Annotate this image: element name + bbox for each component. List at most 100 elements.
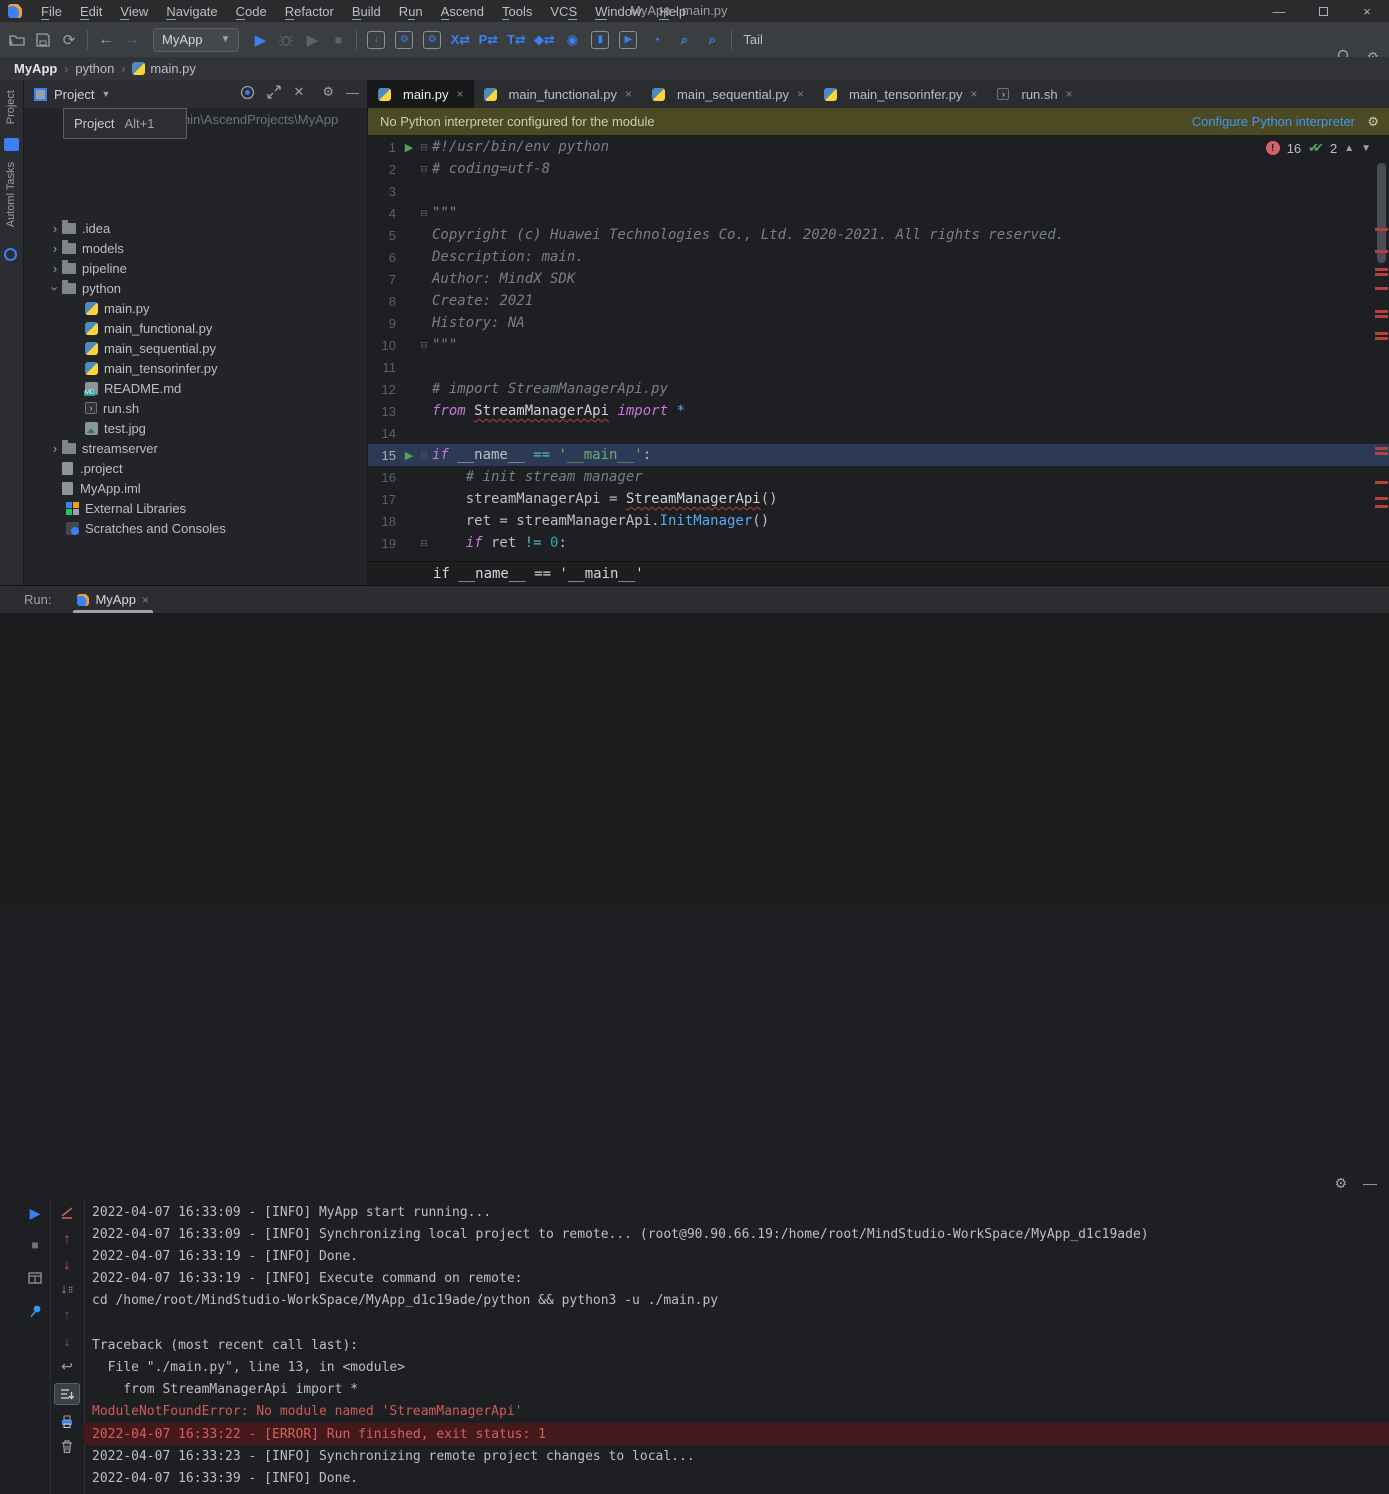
run-line-icon[interactable]: ▶ — [402, 449, 416, 462]
run-tab[interactable]: MyApp × — [73, 586, 152, 613]
t-convert-icon[interactable]: T⇄ — [507, 31, 525, 49]
code-line-12[interactable]: 12# import StreamManagerApi.py — [368, 378, 1389, 400]
run-configuration-selector[interactable]: MyApp▼ — [153, 28, 239, 52]
tab-close-icon[interactable]: × — [625, 87, 632, 101]
run-tab-close-icon[interactable]: × — [142, 593, 149, 607]
tree-item-main-py[interactable]: main.py — [85, 298, 150, 318]
tree-chevron-icon[interactable]: › — [48, 261, 62, 276]
debug-icon[interactable] — [273, 28, 299, 52]
code-line-16[interactable]: 16 # init stream manager — [368, 466, 1389, 488]
code-line-9[interactable]: 9History: NA — [368, 312, 1389, 334]
down-stack-trace-icon[interactable]: ↓ — [54, 1253, 80, 1275]
code-editor[interactable]: ! 16 ✔✔ 2 ▲ ▼ 1▶⊟#!/usr/bin/env python2⊟… — [368, 135, 1389, 561]
fold-marker-icon[interactable]: ⊟ — [416, 142, 432, 153]
code-line-13[interactable]: 13from StreamManagerApi import * — [368, 400, 1389, 422]
run-line-icon[interactable]: ▶ — [402, 141, 416, 154]
error-stripe-mark[interactable] — [1375, 505, 1388, 508]
tree-item-run-sh[interactable]: ›run.sh — [85, 398, 139, 418]
code-line-8[interactable]: 8Create: 2021 — [368, 290, 1389, 312]
eye-inspect-icon[interactable]: ◉ — [563, 31, 581, 49]
menu-ascend[interactable]: Ascend — [432, 2, 493, 21]
menu-file[interactable]: File — [32, 2, 71, 21]
error-stripe-mark[interactable] — [1375, 481, 1388, 484]
up-stack-trace-icon[interactable]: ↑ — [54, 1227, 80, 1249]
stop-icon[interactable]: ■ — [325, 28, 351, 52]
project-panel-header[interactable]: Project ▼ ✕ ⚙ — — [24, 80, 367, 108]
model-cube-icon[interactable]: ◆⇄ — [535, 31, 553, 49]
sync-icon[interactable]: ⟳ — [56, 28, 82, 52]
tree-item-main-sequential-py[interactable]: main_sequential.py — [85, 338, 216, 358]
automl-icon[interactable] — [4, 248, 17, 261]
error-stripe-mark[interactable] — [1375, 332, 1388, 335]
tree-chevron-icon[interactable]: › — [48, 281, 63, 295]
error-stripe-mark[interactable] — [1375, 452, 1388, 455]
package-download-icon[interactable]: ↓ — [367, 31, 385, 49]
search-scan-icon[interactable]: ⌕ — [703, 31, 721, 49]
back-icon[interactable]: ← — [93, 28, 119, 52]
p-convert-icon[interactable]: P⇄ — [479, 31, 497, 49]
prev-problem-icon[interactable]: ▲ — [1344, 143, 1354, 154]
menu-edit[interactable]: Edit — [71, 2, 111, 21]
open-icon[interactable] — [4, 28, 30, 52]
run-icon[interactable]: ▶ — [247, 28, 273, 52]
silence-output-icon[interactable] — [54, 1202, 80, 1224]
menu-tools[interactable]: Tools — [493, 2, 541, 21]
error-stripe-mark[interactable] — [1375, 497, 1388, 500]
run-secondary-icon[interactable]: ▶ — [299, 28, 325, 52]
error-stripe-mark[interactable] — [1375, 337, 1388, 340]
error-stripe-mark[interactable] — [1375, 447, 1388, 450]
code-line-19[interactable]: 19⊟ if ret != 0: — [368, 532, 1389, 554]
code-line-17[interactable]: 17 streamManagerApi = StreamManagerApi() — [368, 488, 1389, 510]
tree-item--project[interactable]: .project — [48, 458, 123, 478]
code-line-3[interactable]: 3 — [368, 180, 1389, 202]
banner-gear-icon[interactable]: ⚙ — [1367, 114, 1379, 130]
fold-marker-icon[interactable]: ⊟ — [416, 450, 432, 461]
simulator-icon[interactable]: ▶ — [619, 31, 637, 49]
toolwindow-automl-label[interactable]: Automl Tasks — [5, 162, 17, 227]
breadcrumb-item[interactable]: MyApp — [14, 61, 57, 76]
toolwindow-project-label[interactable]: Project — [5, 90, 17, 124]
menu-run[interactable]: Run — [390, 2, 432, 21]
soft-wrap-icon[interactable]: ↩ — [54, 1355, 80, 1377]
tree-item-myapp-iml[interactable]: MyApp.iml — [48, 478, 141, 498]
panel-settings-icon[interactable]: ⚙ — [322, 84, 334, 100]
fold-marker-icon[interactable]: ⊟ — [416, 538, 432, 549]
error-stripe-mark[interactable] — [1375, 315, 1388, 318]
code-line-10[interactable]: 10⊟""" — [368, 334, 1389, 356]
fold-marker-icon[interactable]: ⊟ — [416, 164, 432, 175]
tree-chevron-icon[interactable]: › — [48, 441, 62, 456]
menu-navigate[interactable]: Navigate — [157, 2, 226, 21]
package-gear-icon[interactable]: ⚙ — [395, 31, 413, 49]
run-console[interactable]: 2022-04-07 16:33:09 - [INFO] MyApp start… — [92, 1198, 1389, 1494]
tab-close-icon[interactable]: × — [970, 87, 977, 101]
x-convert-icon[interactable]: X⇄ — [451, 31, 469, 49]
print-icon[interactable] — [54, 1410, 80, 1432]
error-stripe-mark[interactable] — [1375, 268, 1388, 271]
tab-run-sh[interactable]: ›run.sh× — [987, 80, 1082, 108]
tree-chevron-icon[interactable]: › — [48, 221, 62, 236]
minimize-button[interactable]: — — [1257, 0, 1301, 22]
menu-build[interactable]: Build — [343, 2, 390, 21]
menu-code[interactable]: Code — [227, 2, 276, 21]
tree-item-external-libraries[interactable]: External Libraries — [66, 498, 186, 518]
menu-refactor[interactable]: Refactor — [276, 2, 343, 21]
tree-item-python[interactable]: ›python — [48, 278, 121, 298]
maximize-button[interactable] — [1301, 0, 1345, 22]
code-line-18[interactable]: 18 ret = streamManagerApi.InitManager() — [368, 510, 1389, 532]
code-line-15[interactable]: 15▶⊟if __name__ == '__main__': — [368, 444, 1389, 466]
code-line-6[interactable]: 6Description: main. — [368, 246, 1389, 268]
close-button[interactable]: × — [1345, 0, 1389, 22]
next-problem-icon[interactable]: ▼ — [1361, 143, 1371, 154]
expand-all-icon[interactable] — [267, 85, 281, 99]
tab-close-icon[interactable]: × — [797, 87, 804, 101]
tree-item-models[interactable]: ›models — [48, 238, 124, 258]
error-stripe-mark[interactable] — [1375, 287, 1388, 290]
tree-item-test-jpg[interactable]: test.jpg — [85, 418, 146, 438]
doc-gear-icon[interactable]: ⚙ — [423, 31, 441, 49]
sticky-context-line[interactable]: if __name__ == '__main__' — [368, 561, 1389, 585]
tree-chevron-icon[interactable]: › — [48, 241, 62, 256]
tree-item-main-tensorinfer-py[interactable]: main_tensorinfer.py — [85, 358, 217, 378]
error-stripe-mark[interactable] — [1375, 250, 1388, 253]
tab-close-icon[interactable]: × — [1066, 87, 1073, 101]
scroll-to-end-icon[interactable] — [54, 1383, 80, 1405]
